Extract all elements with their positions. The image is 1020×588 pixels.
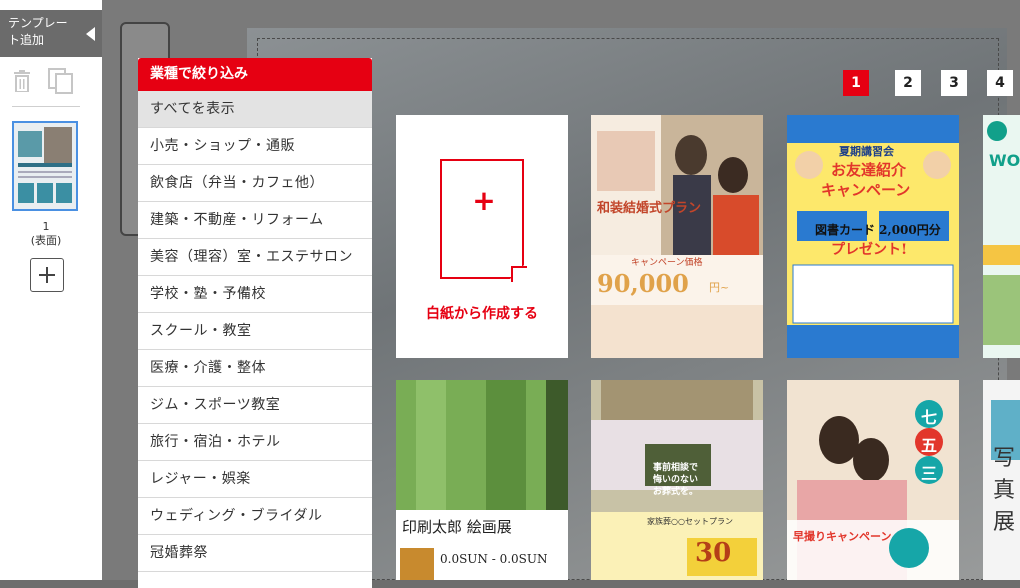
filter-item[interactable]: スクール・教室 — [138, 313, 372, 350]
wedding-price-unit: 円~ — [709, 281, 730, 294]
wedding-photo — [591, 115, 763, 358]
art-title: 印刷太郎 絵画展 — [402, 518, 512, 536]
shichigosan-c3: 三 — [921, 464, 938, 483]
shichigosan-c2: 五 — [921, 436, 938, 455]
wedding-price: 90,000 — [597, 269, 689, 298]
summer-headline1: お友達紹介 — [831, 161, 907, 179]
page-link-2[interactable]: 2 — [895, 70, 921, 96]
template-card-summer-course[interactable]: 夏期講習会 お友達紹介 キャンペーン 図書カード 2,000円分 プレゼント! — [787, 115, 959, 358]
page-link-4[interactable]: 4 — [987, 70, 1013, 96]
funeral-plan: 家族葬○○セットプラン — [647, 517, 733, 526]
wedding-title: 和装結婚式プラン — [597, 201, 702, 216]
template-card-partial-photo[interactable]: 写 真 展 — [983, 380, 1020, 580]
filter-item[interactable]: 建築・不動産・リフォーム — [138, 202, 372, 239]
page-link-3[interactable]: 3 — [941, 70, 967, 96]
filter-item[interactable]: 医療・介護・整体 — [138, 350, 372, 387]
template-card-art-exhibition[interactable]: 印刷太郎 絵画展 0.0SUN - 0.0SUN — [396, 380, 568, 580]
shichigosan-c1: 七 — [921, 408, 938, 427]
page-side: (表面) — [30, 234, 62, 247]
summer-gift: 図書カード 2,000円分 — [815, 223, 941, 237]
filter-list: すべてを表示 小売・ショップ・通販 飲食店（弁当・カフェ他） 建築・不動産・リフォーム… — [138, 91, 372, 572]
filter-item[interactable]: 小売・ショップ・通販 — [138, 128, 372, 165]
filter-item[interactable]: すべてを表示 — [138, 91, 372, 128]
plus-icon: + — [472, 184, 496, 217]
filter-item[interactable]: 美容（理容）室・エステサロン — [138, 239, 372, 276]
filter-item[interactable]: ウェディング・ブライダル — [138, 498, 372, 535]
page-number: 1 — [42, 220, 50, 233]
wedding-campaign: キャンペーン価格 — [631, 258, 703, 268]
summer-top: 夏期講習会 — [839, 145, 894, 158]
filter-item[interactable]: 学校・塾・予備校 — [138, 276, 372, 313]
wo-text: WO — [989, 151, 1020, 170]
page-link-1[interactable]: 1 — [843, 70, 869, 96]
funeral-line3: お葬式を。 — [653, 487, 699, 497]
filter-item[interactable]: 冠婚葬祭 — [138, 535, 372, 572]
template-card-wedding[interactable]: 和装結婚式プラン キャンペーン価格 90,000 円~ — [591, 115, 763, 358]
shichigosan-campaign: 早撮りキャンペーン — [793, 530, 892, 543]
summer-headline2: キャンペーン — [821, 181, 911, 199]
chevron-left-icon[interactable] — [86, 27, 95, 41]
template-add-label: テンプレート追加 — [8, 16, 68, 47]
filter-item[interactable]: レジャー・娯楽 — [138, 461, 372, 498]
template-card-shichigosan[interactable]: 七 五 三 早撮りキャンペーン — [787, 380, 959, 580]
filter-item[interactable]: 飲食店（弁当・カフェ他） — [138, 165, 372, 202]
art-dates: 0.0SUN - 0.0SUN — [440, 552, 548, 566]
blank-template-label: 白紙から作成する — [426, 306, 538, 322]
summer-present: プレゼント! — [831, 242, 908, 258]
template-card-funeral[interactable]: 事前相談で 悔いのない お葬式を。 家族葬○○セットプラン 30 — [591, 380, 763, 580]
add-page-button[interactable] — [30, 258, 64, 292]
filter-header: 業種で絞り込み — [138, 58, 372, 91]
industry-filter-menu: 業種で絞り込み すべてを表示 小売・ショップ・通販 飲食店（弁当・カフェ他） 建築・不… — [138, 58, 372, 588]
rail-divider — [12, 106, 80, 107]
photo-c3: 展 — [993, 510, 1016, 535]
copy-icon[interactable] — [48, 68, 74, 94]
blank-template-card[interactable]: + 白紙から作成する — [396, 115, 568, 358]
trash-icon[interactable] — [14, 70, 30, 92]
blank-document-icon: + — [440, 159, 524, 279]
art-painting — [396, 380, 568, 580]
page-number-label: 1 (表面) — [0, 220, 92, 248]
left-tool-rail: テンプレート追加 1 (表面) — [0, 0, 102, 580]
template-card-partial-wo[interactable]: WO — [983, 115, 1020, 358]
funeral-price: 30 — [695, 538, 732, 568]
filter-item[interactable]: 旅行・宿泊・ホテル — [138, 424, 372, 461]
photo-c1: 写 — [993, 446, 1016, 471]
photo-c2: 真 — [993, 478, 1016, 503]
page-fold-icon — [511, 266, 527, 282]
template-add-tab[interactable]: テンプレート追加 — [0, 10, 102, 57]
filter-item[interactable]: ジム・スポーツ教室 — [138, 387, 372, 424]
page-thumbnail[interactable] — [12, 121, 78, 211]
